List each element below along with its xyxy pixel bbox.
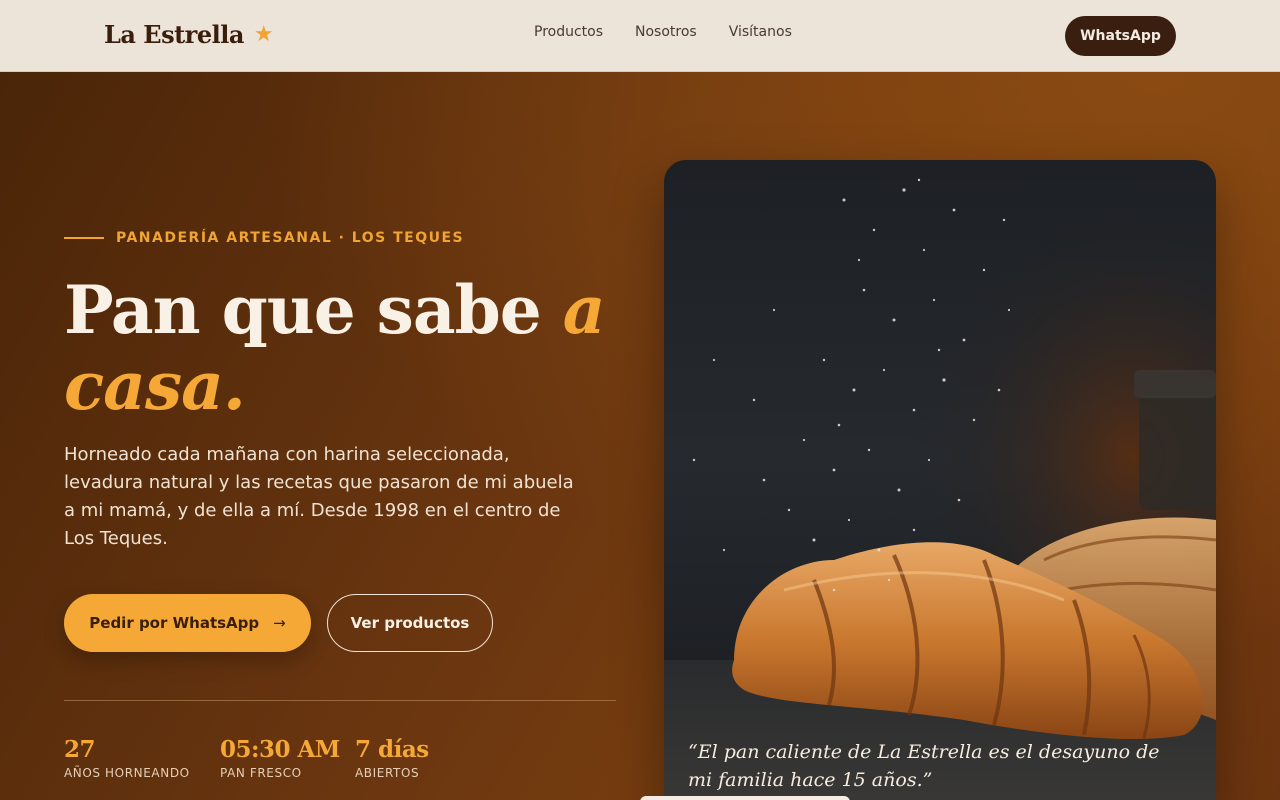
- stat-label: AÑOS HORNEANDO: [64, 766, 190, 780]
- stat-fresh-bread: 05:30 AM PAN FRESCO: [220, 736, 340, 780]
- stats-divider: [64, 700, 616, 701]
- header-whatsapp-button[interactable]: WhatsApp: [1065, 16, 1176, 56]
- stat-label: PAN FRESCO: [220, 766, 302, 780]
- stat-value: 7 días: [355, 736, 429, 763]
- main-nav: Productos Nosotros Visítanos: [534, 24, 824, 40]
- star-icon: ★: [253, 21, 274, 47]
- eyebrow-divider: [64, 237, 104, 239]
- brand-logo[interactable]: La Estrella ★: [104, 20, 274, 49]
- hero-photo-croissants: [664, 160, 1216, 800]
- nav-link-nosotros[interactable]: Nosotros: [635, 24, 697, 40]
- hero-eyebrow: PANADERÍA ARTESANAL · LOS TEQUES: [64, 230, 464, 246]
- order-whatsapp-button[interactable]: Pedir por WhatsApp →: [64, 594, 311, 652]
- hero-headline: Pan que sabe a casa.: [64, 272, 624, 424]
- order-whatsapp-label: Pedir por WhatsApp: [89, 614, 260, 632]
- stat-value: 05:30 AM: [220, 736, 340, 763]
- brand-name: La Estrella: [104, 20, 244, 49]
- nav-link-productos[interactable]: Productos: [534, 24, 603, 40]
- testimonial-quote: “El pan caliente de La Estrella es el de…: [688, 741, 1160, 791]
- arrow-right-icon: →: [273, 614, 286, 632]
- eyebrow-text: PANADERÍA ARTESANAL · LOS TEQUES: [116, 230, 465, 246]
- hero-description: Horneado cada mañana con harina seleccio…: [64, 444, 574, 549]
- croissant-illustration: [664, 160, 1216, 800]
- stat-label: ABIERTOS: [355, 766, 420, 780]
- nav-link-visitanos[interactable]: Visítanos: [729, 24, 792, 40]
- headline-main: Pan que sabe: [64, 271, 563, 349]
- stat-value: 27: [64, 736, 96, 763]
- site-header: La Estrella ★ Productos Nosotros Visítan…: [0, 0, 1280, 72]
- stat-open-days: 7 días ABIERTOS: [355, 736, 429, 780]
- floating-card-edge: [640, 796, 850, 800]
- stat-years: 27 AÑOS HORNEANDO: [64, 736, 190, 780]
- view-products-button[interactable]: Ver productos: [327, 594, 493, 652]
